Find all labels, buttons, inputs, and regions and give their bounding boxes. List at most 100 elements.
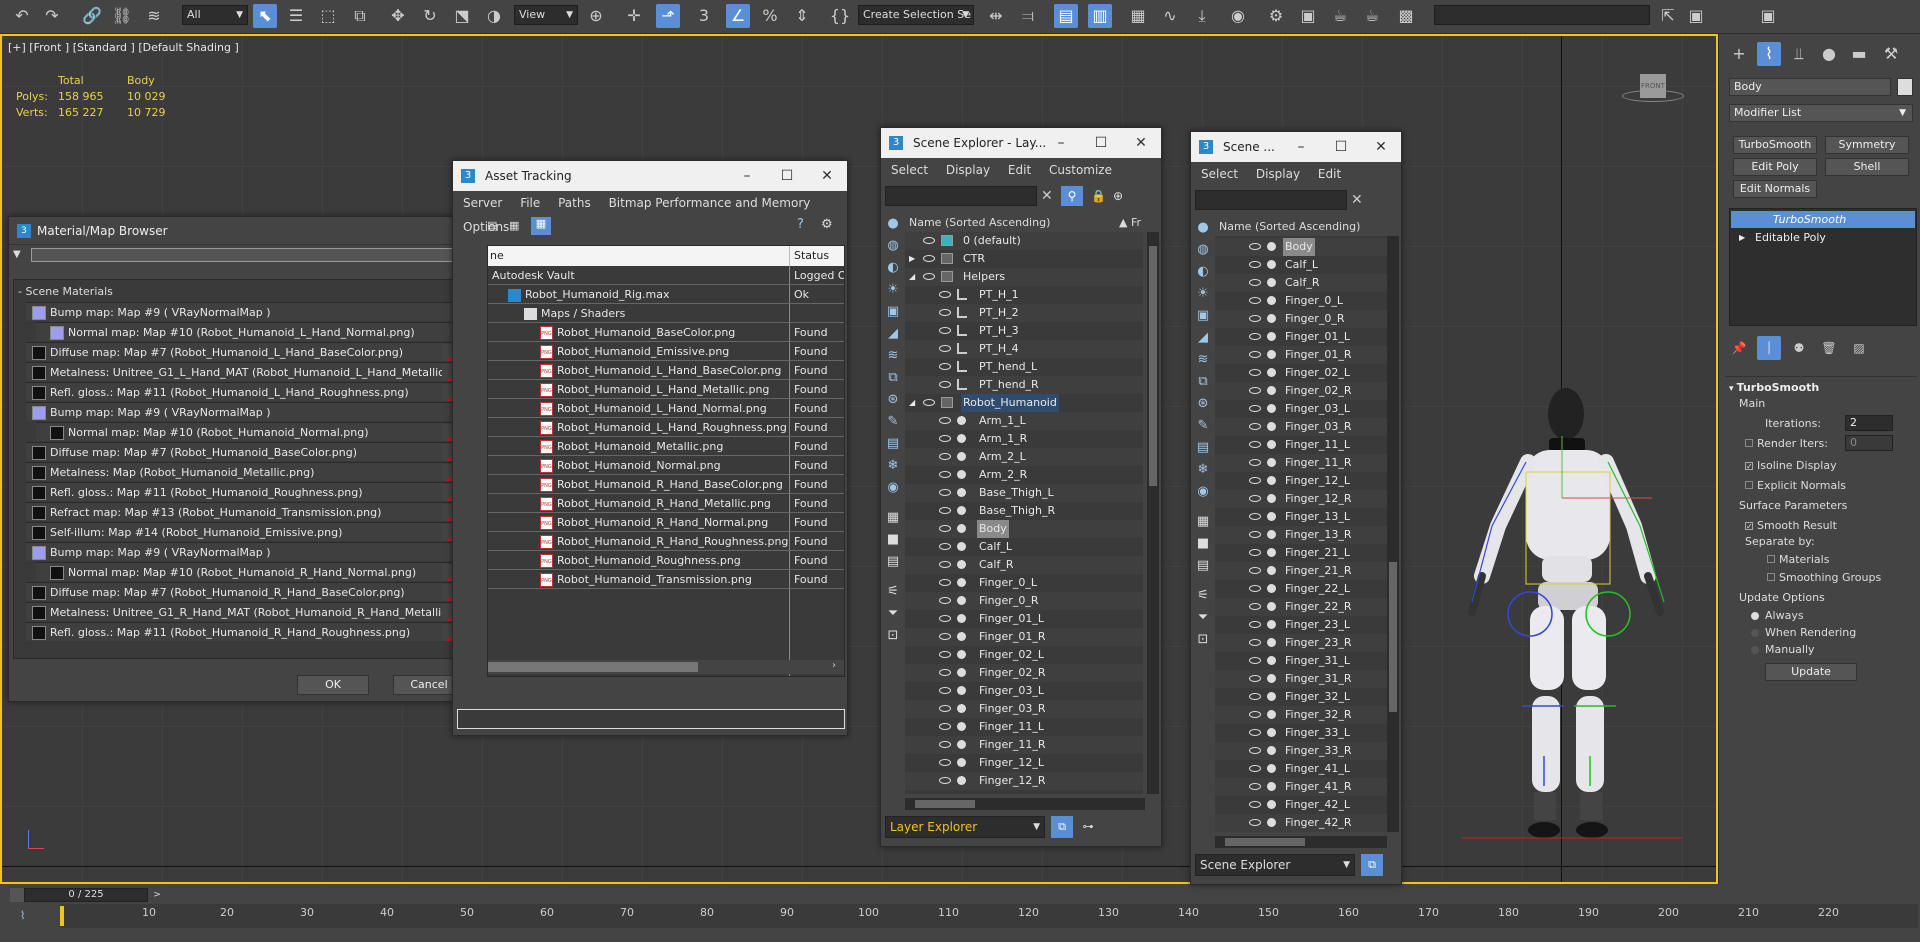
settings-icon[interactable]: ⚙ — [821, 217, 839, 235]
viewcube[interactable]: FRONT — [1622, 74, 1684, 104]
funnel-icon[interactable]: ⏷ — [1193, 608, 1213, 628]
scene-tree-row[interactable]: Finger_13_L — [1215, 508, 1387, 526]
visibility-eye-icon[interactable] — [1249, 297, 1261, 304]
curve-editor-mini-icon[interactable]: ⌇ — [0, 904, 60, 928]
visibility-eye-icon[interactable] — [1249, 387, 1261, 394]
filter-toggle-icon[interactable]: ⚟ — [883, 582, 903, 602]
bones-filter-icon[interactable]: ✎ — [1193, 416, 1213, 436]
scene-tree-row[interactable]: Finger_23_R — [1215, 634, 1387, 652]
layer-tree-row[interactable]: Arm_1_R — [905, 430, 1143, 448]
lights-filter-icon[interactable]: ☀ — [1193, 284, 1213, 304]
smoothing-groups-checkbox[interactable]: Smoothing Groups — [1767, 571, 1881, 584]
sort-by-layer-icon[interactable]: ⧉ — [1051, 816, 1073, 838]
timeline-prev-icon[interactable] — [10, 888, 24, 902]
layer-tree-row[interactable]: ◢ Robot_Humanoid — [905, 394, 1143, 412]
select-none-icon[interactable]: ▤ — [883, 552, 903, 572]
pin-stack-icon[interactable]: 📌 — [1727, 336, 1751, 360]
xrefs-filter-icon[interactable]: ⊛ — [883, 390, 903, 410]
visibility-eye-icon[interactable] — [939, 327, 951, 334]
scene-search-input[interactable] — [1195, 190, 1347, 210]
helpers-filter-icon[interactable]: ◢ — [1193, 328, 1213, 348]
maximize-icon[interactable]: ☐ — [1321, 132, 1361, 162]
menu-server[interactable]: Server — [463, 196, 502, 210]
layer-tree-row[interactable]: Finger_03_R — [905, 700, 1143, 718]
turbosmooth-button[interactable]: TurboSmooth — [1733, 136, 1817, 154]
material-map-item[interactable]: Refl. gloss.: Map #11 (Robot_Humanoid_L_… — [26, 382, 468, 401]
select-all-icon[interactable]: ■ — [1193, 534, 1213, 554]
scene-tree-row[interactable]: Finger_01_L — [1215, 328, 1387, 346]
visibility-eye-icon[interactable] — [939, 669, 951, 676]
layer-tree-row[interactable]: Finger_01_L — [905, 610, 1143, 628]
named-selection-sets-dropdown[interactable]: Create Selection Se ▼ — [858, 5, 974, 25]
select-manipulate-icon[interactable]: ✛ — [622, 4, 646, 28]
scene-tree-row[interactable]: Finger_42_L — [1215, 796, 1387, 814]
invert-icon[interactable]: ▦ — [883, 508, 903, 528]
visibility-eye-icon[interactable] — [1249, 783, 1261, 790]
visibility-eye-icon[interactable] — [939, 543, 951, 550]
visibility-eye-icon[interactable] — [939, 471, 951, 478]
asset-row[interactable]: Maps / Shaders — [488, 304, 844, 323]
layer-search-input[interactable] — [885, 186, 1037, 206]
material-map-item[interactable]: Refl. gloss.: Map #11 (Robot_Humanoid_R_… — [26, 622, 468, 641]
menu-file[interactable]: File — [520, 196, 540, 210]
visibility-eye-icon[interactable] — [1249, 585, 1261, 592]
asset-row[interactable]: PNG Robot_Humanoid_Metallic.png Found — [488, 437, 844, 456]
snaps-toggle-icon[interactable]: 3 — [692, 4, 716, 28]
material-list[interactable]: - Scene Materials Bump map: Map #9 ( VRa… — [13, 279, 479, 659]
display-all-icon[interactable]: ● — [1193, 218, 1213, 238]
visibility-eye-icon[interactable] — [1249, 657, 1261, 664]
scroll-right-icon[interactable]: › — [832, 660, 844, 674]
helpers-filter-icon[interactable]: ◢ — [883, 324, 903, 344]
reference-coordinate-dropdown[interactable]: View ▼ — [514, 5, 578, 25]
lights-filter-icon[interactable]: ☀ — [883, 280, 903, 300]
visibility-eye-icon[interactable] — [939, 777, 951, 784]
clear-search-icon[interactable]: ✕ — [1041, 186, 1059, 206]
edit-poly-button[interactable]: Edit Poly — [1733, 158, 1817, 176]
search-by-name-input[interactable] — [31, 248, 491, 262]
visibility-eye-icon[interactable] — [923, 399, 935, 406]
particles-filter-icon[interactable]: ❄ — [883, 456, 903, 476]
layer-tree-row[interactable]: Finger_0_L — [905, 574, 1143, 592]
explicit-normals-checkbox[interactable]: Explicit Normals — [1745, 479, 1846, 492]
time-slider[interactable]: 0 / 225 — [24, 888, 148, 902]
scene-tree-row[interactable]: Finger_13_R — [1215, 526, 1387, 544]
asset-path-field[interactable] — [457, 709, 845, 729]
align-icon[interactable]: ⫤ — [1016, 4, 1040, 28]
curve-editor-icon[interactable]: ∿ — [1158, 4, 1182, 28]
edit-normals-button[interactable]: Edit Normals — [1733, 180, 1817, 198]
scene-tree-row[interactable]: Finger_32_R — [1215, 706, 1387, 724]
timeline-ruler[interactable]: 10 20 30 40 50 60 70 80 90 100 110 120 1… — [60, 904, 1918, 928]
percent-snap-icon[interactable]: % — [758, 4, 782, 28]
scene-tree-row[interactable]: Finger_02_R — [1215, 382, 1387, 400]
grid-view-icon[interactable]: ▦ — [531, 217, 551, 235]
visibility-eye-icon[interactable] — [939, 615, 951, 622]
spacewarps-filter-icon[interactable]: ≋ — [883, 346, 903, 366]
visibility-eye-icon[interactable] — [1249, 639, 1261, 646]
visibility-eye-icon[interactable] — [939, 723, 951, 730]
workspace-field[interactable] — [1434, 5, 1650, 25]
close-icon[interactable]: ✕ — [1121, 128, 1161, 158]
isoline-display-checkbox[interactable]: ✓ Isoline Display — [1745, 459, 1837, 472]
render-in-cloud-icon[interactable]: ▩ — [1394, 4, 1418, 28]
menu-paths[interactable]: Paths — [558, 196, 591, 210]
scene-tree-row[interactable]: Finger_41_R — [1215, 778, 1387, 796]
layer-tree-row[interactable]: Finger_02_L — [905, 646, 1143, 664]
visibility-eye-icon[interactable] — [923, 273, 935, 280]
table-view-icon[interactable]: ▦ — [509, 219, 523, 233]
filter-icon[interactable]: ⚲ — [1061, 186, 1083, 206]
menu-edit[interactable]: Edit — [1008, 163, 1031, 177]
toggle-scene-explorer-icon[interactable]: ▤ — [1054, 4, 1078, 28]
materials-checkbox[interactable]: Materials — [1767, 553, 1829, 566]
rendered-frame-window-icon[interactable]: ▣ — [1296, 4, 1320, 28]
maximize-icon[interactable]: ☐ — [767, 161, 807, 191]
groups-filter-icon[interactable]: ⧉ — [883, 368, 903, 388]
toggle-layer-explorer-icon[interactable]: ▥ — [1088, 4, 1112, 28]
visibility-eye-icon[interactable] — [939, 345, 951, 352]
horizontal-scrollbar[interactable] — [488, 662, 698, 672]
bind-spacewarp-icon[interactable]: ≋ — [142, 4, 166, 28]
visibility-eye-icon[interactable] — [1249, 675, 1261, 682]
visibility-eye-icon[interactable] — [1249, 423, 1261, 430]
ok-button[interactable]: OK — [297, 675, 369, 695]
asset-row[interactable]: Robot_Humanoid_Rig.max Ok — [488, 285, 844, 304]
visibility-eye-icon[interactable] — [1249, 243, 1261, 250]
